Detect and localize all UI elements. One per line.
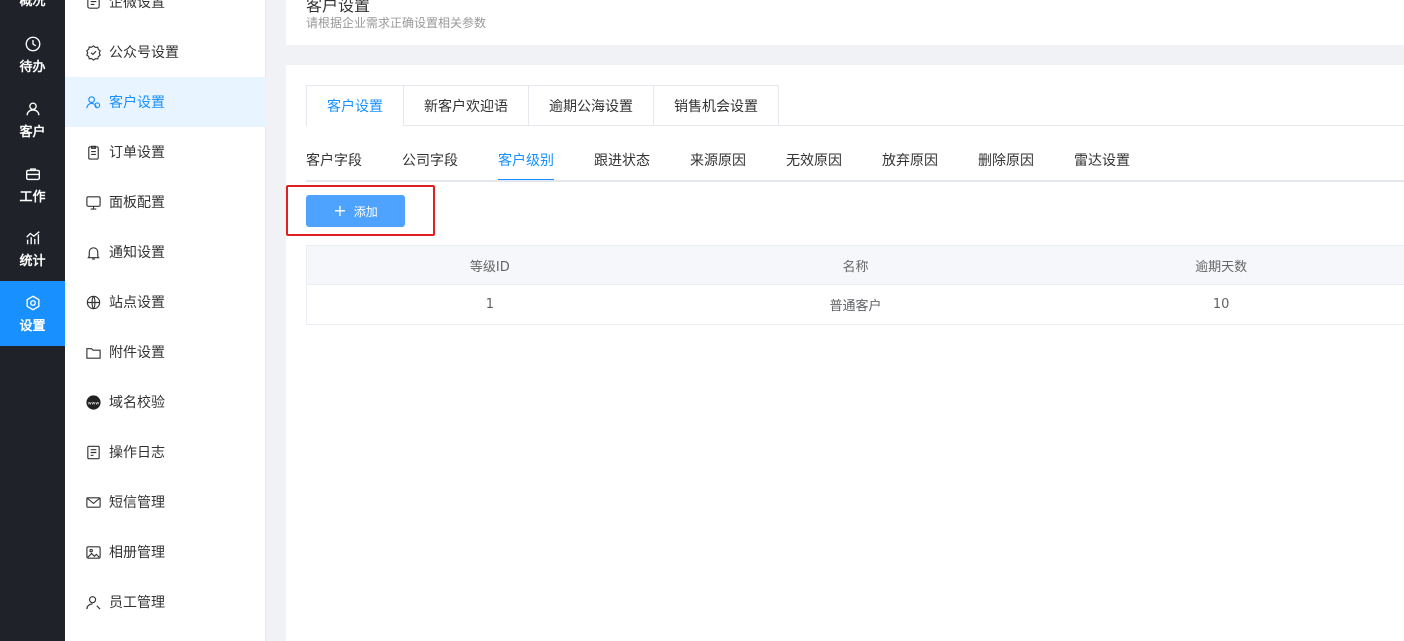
sidebar-item-panel-config[interactable]: 面板配置 xyxy=(65,177,266,227)
sidebar-item-staff[interactable]: 员工管理 xyxy=(65,577,266,627)
wecom-icon xyxy=(85,0,102,11)
sidebar-item-label: 附件设置 xyxy=(109,345,165,361)
subtab-abandon-reason[interactable]: 放弃原因 xyxy=(882,150,938,181)
sidebar-item-operation-log[interactable]: 操作日志 xyxy=(65,427,266,477)
rail-item-customer[interactable]: 客户 xyxy=(0,87,65,152)
users-icon xyxy=(85,94,102,111)
page-subtitle: 请根据企业需求正确设置相关参数 xyxy=(306,16,487,30)
rail-item-label: 待办 xyxy=(19,59,46,75)
subtab-customer-fields[interactable]: 客户字段 xyxy=(306,150,362,181)
sidebar-item-sms[interactable]: 短信管理 xyxy=(65,477,266,527)
subtabs-divider xyxy=(306,180,1404,182)
subtab-radar-settings[interactable]: 雷达设置 xyxy=(1074,150,1130,181)
plus-icon: + xyxy=(333,201,347,220)
level-table: 等级ID 名称 逾期天数 1 普通客户 10 xyxy=(306,245,1404,325)
subtab-delete-reason[interactable]: 删除原因 xyxy=(978,150,1034,181)
sidebar-item-wecom[interactable]: 企微设置 xyxy=(65,0,266,27)
sidebar-item-label: 域名校验 xyxy=(109,395,165,411)
subtab-customer-level[interactable]: 客户级别 xyxy=(498,150,554,181)
rail-item-label: 统计 xyxy=(19,253,46,269)
sidebar-item-official-account[interactable]: 公众号设置 xyxy=(65,27,266,77)
monitor-icon xyxy=(85,194,102,211)
table-cell: 普通客户 xyxy=(829,299,882,314)
column-header: 名称 xyxy=(842,259,869,275)
table-row[interactable]: 1 普通客户 10 xyxy=(307,285,1404,325)
sidebar-item-notification[interactable]: 通知设置 xyxy=(65,227,266,277)
sidebar-item-label: 员工管理 xyxy=(109,595,165,611)
gear-icon xyxy=(25,294,40,311)
settings-content: 客户设置 新客户欢迎语 逾期公海设置 销售机会设置 客户字段 公司字段 客户级别… xyxy=(286,65,1404,641)
sidebar-item-label: 通知设置 xyxy=(109,245,165,261)
rail-item-label: 概况 xyxy=(19,0,46,9)
add-button-label: 添加 xyxy=(353,204,378,219)
user-icon xyxy=(25,101,40,115)
rail-item-label: 客户 xyxy=(19,124,46,140)
active-tab-indicator xyxy=(307,125,403,126)
sidebar-item-attachment[interactable]: 附件设置 xyxy=(65,327,266,377)
table-header: 等级ID 名称 逾期天数 xyxy=(307,245,1404,285)
sidebar-item-label: 站点设置 xyxy=(109,295,165,311)
sidebar-item-customer-settings[interactable]: 客户设置 xyxy=(65,77,266,127)
chart-icon xyxy=(25,230,40,244)
rail-item-settings[interactable]: 设置 xyxy=(0,281,65,346)
folder-icon xyxy=(85,344,102,361)
clipboard-icon xyxy=(85,144,102,161)
globe-icon xyxy=(85,294,102,311)
sidebar-item-label: 相册管理 xyxy=(109,545,165,561)
sidebar-item-label: 公众号设置 xyxy=(109,45,179,61)
main-nav-rail: 概况 待办 客户 工作 统计 设置 xyxy=(0,0,65,641)
tab-customer-settings[interactable]: 客户设置 xyxy=(307,86,404,126)
tab-welcome-message[interactable]: 新客户欢迎语 xyxy=(404,86,529,126)
rail-item-todo[interactable]: 待办 xyxy=(0,22,65,87)
log-icon xyxy=(85,444,102,461)
add-button[interactable]: + 添加 xyxy=(306,195,405,227)
user-gear-icon xyxy=(85,594,102,611)
subtab-company-fields[interactable]: 公司字段 xyxy=(402,150,458,181)
sidebar-item-label: 客户设置 xyxy=(109,95,165,111)
customer-subtabs: 客户字段 公司字段 客户级别 跟进状态 来源原因 无效原因 放弃原因 删除原因 … xyxy=(306,150,1170,181)
sidebar-item-label: 订单设置 xyxy=(109,145,165,161)
sidebar-item-site-settings[interactable]: 站点设置 xyxy=(65,277,266,327)
svg-text:www: www xyxy=(88,401,100,406)
sidebar-item-label: 企微设置 xyxy=(109,0,165,11)
tabs-divider xyxy=(306,125,1404,126)
sidebar-item-order-settings[interactable]: 订单设置 xyxy=(65,127,266,177)
sidebar-item-label: 面板配置 xyxy=(109,195,165,211)
table-cell: 10 xyxy=(1212,297,1230,312)
sidebar-item-label: 短信管理 xyxy=(109,495,165,511)
image-icon xyxy=(85,544,102,561)
bell-icon xyxy=(85,244,102,261)
clock-icon xyxy=(25,36,40,51)
briefcase-icon xyxy=(25,167,40,180)
column-header: 逾期天数 xyxy=(1195,259,1248,275)
subtab-follow-status[interactable]: 跟进状态 xyxy=(594,150,650,181)
column-header: 等级ID xyxy=(469,259,510,275)
www-icon: www xyxy=(85,394,102,411)
subtab-invalid-reason[interactable]: 无效原因 xyxy=(786,150,842,181)
rail-item-stats[interactable]: 统计 xyxy=(0,216,65,281)
sidebar-item-album[interactable]: 相册管理 xyxy=(65,527,266,577)
page-header: 客户设置 请根据企业需求正确设置相关参数 xyxy=(286,0,1404,45)
tab-overdue-pool[interactable]: 逾期公海设置 xyxy=(529,86,654,126)
rail-item-label: 设置 xyxy=(19,318,46,334)
settings-tabs: 客户设置 新客户欢迎语 逾期公海设置 销售机会设置 xyxy=(306,85,779,126)
sidebar-item-label: 操作日志 xyxy=(109,445,165,461)
rail-item-work[interactable]: 工作 xyxy=(0,152,65,217)
rail-item-label: 工作 xyxy=(19,189,46,205)
mail-icon xyxy=(85,494,102,511)
badge-check-icon xyxy=(85,44,102,61)
settings-sidebar: 企微设置 公众号设置 客户设置 订单设置 面板配置 通知设置 站点设置 附件设置… xyxy=(65,0,266,641)
sidebar-item-domain-verify[interactable]: www 域名校验 xyxy=(65,377,266,427)
table-cell: 1 xyxy=(485,297,494,312)
tab-sales-opportunity[interactable]: 销售机会设置 xyxy=(654,86,779,126)
subtab-source-reason[interactable]: 来源原因 xyxy=(690,150,746,181)
